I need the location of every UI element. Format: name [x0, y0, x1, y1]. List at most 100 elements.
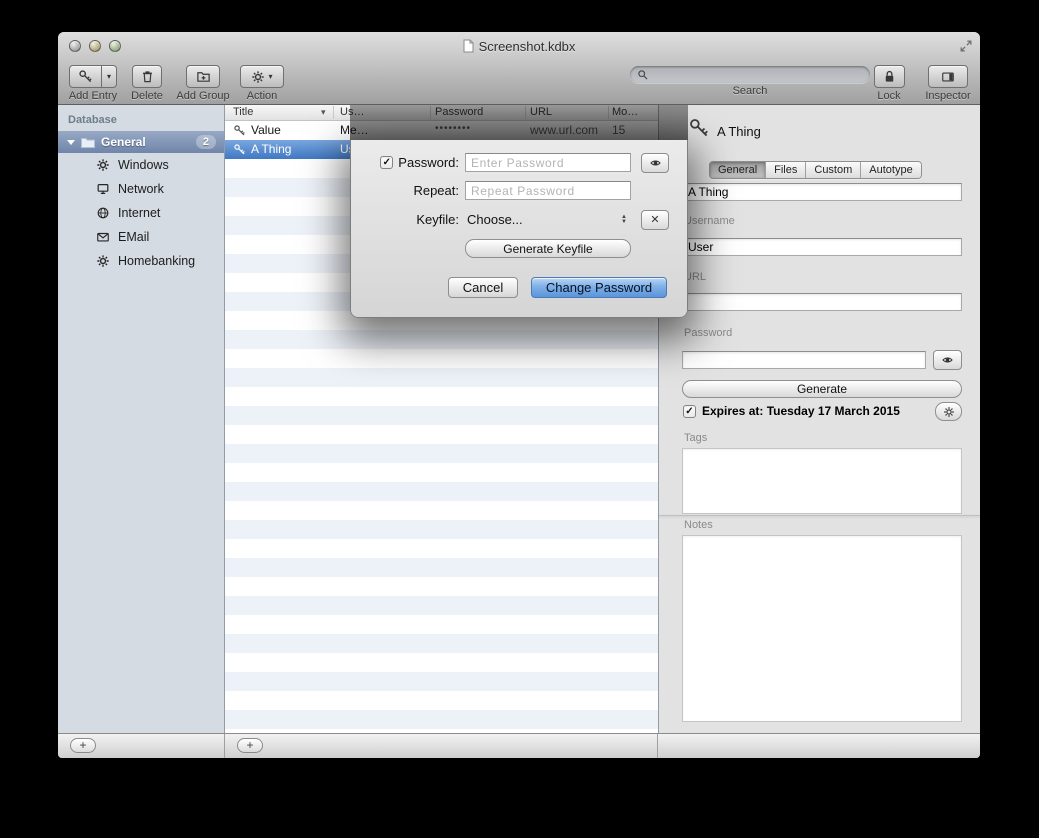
- lock-group: Lock: [865, 60, 913, 102]
- new-password-input[interactable]: [465, 153, 631, 172]
- disclosure-triangle-icon[interactable]: [67, 140, 75, 145]
- globe-icon: [96, 206, 110, 220]
- search-icon: [637, 69, 649, 81]
- sidebar-item-internet[interactable]: Internet: [58, 201, 224, 225]
- sort-indicator-icon: ▾: [321, 107, 326, 118]
- sidebar-item-email[interactable]: EMail: [58, 225, 224, 249]
- sidebar-item-label: Internet: [118, 206, 160, 220]
- chevron-down-icon: ▾: [268, 73, 272, 81]
- tab-autotype[interactable]: Autotype: [860, 162, 920, 178]
- title-field[interactable]: [682, 183, 962, 201]
- inspector-label: Inspector: [925, 90, 970, 102]
- notes-label: Notes: [684, 519, 713, 531]
- generate-keyfile-label: Generate Keyfile: [503, 242, 592, 256]
- expires-checkbox[interactable]: ✓: [683, 405, 696, 418]
- add-group-button[interactable]: [186, 65, 220, 88]
- action-button[interactable]: ▾: [240, 65, 284, 88]
- username-field[interactable]: [682, 238, 962, 256]
- keyfile-row: Keyfile: Choose... ▲ ▼ ✕: [367, 209, 669, 230]
- chevron-down-icon: ▾: [107, 73, 111, 81]
- inspector-group: Inspector: [920, 60, 976, 102]
- bottom-bar-list-section: +: [225, 734, 658, 758]
- show-password-button[interactable]: [641, 153, 669, 173]
- sidebar-item-network[interactable]: Network: [58, 177, 224, 201]
- notes-field[interactable]: [682, 535, 962, 722]
- key-icon: [78, 69, 93, 84]
- eye-icon: [940, 354, 955, 366]
- inspector-entry-title: A Thing: [717, 124, 761, 139]
- expires-options-button[interactable]: [935, 402, 962, 421]
- bottom-bar-sidebar-section: +: [58, 734, 225, 758]
- add-entry-label: Add Entry: [69, 90, 117, 102]
- generate-password-button[interactable]: Generate: [682, 380, 962, 398]
- folder-plus-icon: [196, 69, 211, 84]
- tab-general[interactable]: General: [710, 162, 765, 178]
- zoom-button[interactable]: [109, 40, 121, 52]
- gear-icon: [96, 254, 110, 268]
- close-icon: ✕: [650, 213, 659, 226]
- delete-group: Delete: [121, 60, 173, 102]
- inspector-panel: A Thing General Files Custom Autotype Us…: [658, 105, 980, 733]
- stepper-down-icon: ▼: [621, 220, 627, 225]
- action-label: Action: [247, 90, 278, 102]
- repeat-password-input[interactable]: [465, 181, 631, 200]
- lock-icon: [882, 69, 897, 84]
- cancel-button[interactable]: Cancel: [448, 277, 518, 298]
- document-icon: [463, 39, 474, 53]
- generate-label: Generate: [797, 382, 847, 396]
- inspector-button[interactable]: [928, 65, 968, 88]
- add-group-group: Add Group: [170, 60, 236, 102]
- eye-icon: [648, 157, 663, 169]
- keyfile-popup[interactable]: Choose... ▲ ▼: [465, 212, 631, 227]
- add-entry-dropdown[interactable]: ▾: [102, 65, 117, 88]
- column-separator[interactable]: [333, 106, 334, 119]
- entry-title: A Thing: [251, 142, 291, 156]
- fullscreen-icon[interactable]: [959, 39, 973, 58]
- change-password-button[interactable]: Change Password: [531, 277, 667, 298]
- repeat-label: Repeat:: [413, 183, 459, 198]
- password-checkbox[interactable]: ✓: [380, 156, 393, 169]
- add-group-plus-button[interactable]: +: [70, 738, 96, 753]
- close-button[interactable]: [69, 40, 81, 52]
- minimize-button[interactable]: [89, 40, 101, 52]
- sidebar: Database General 2 Windows Network: [58, 105, 225, 733]
- sidebar-item-label: Network: [118, 182, 164, 196]
- sidebar-item-windows[interactable]: Windows: [58, 153, 224, 177]
- lock-button[interactable]: [874, 65, 905, 88]
- section-divider: [659, 515, 980, 516]
- cancel-label: Cancel: [463, 280, 503, 295]
- column-header-title[interactable]: Title: [233, 106, 253, 118]
- tags-label: Tags: [684, 432, 707, 444]
- change-password-sheet: ✓ Password: Repeat: Ke: [350, 140, 688, 318]
- gear-icon: [943, 406, 955, 418]
- add-entry-button[interactable]: [69, 65, 102, 88]
- password-field[interactable]: [682, 351, 926, 369]
- action-group: ▾ Action: [236, 60, 288, 102]
- search-input[interactable]: [630, 66, 870, 83]
- expires-row: ✓ Expires at: Tuesday 17 March 2015: [683, 404, 900, 418]
- repeat-row: Repeat:: [367, 180, 631, 201]
- titlebar[interactable]: Screenshot.kdbx: [58, 32, 980, 60]
- url-field[interactable]: [682, 293, 962, 311]
- keyfile-popup-value: Choose...: [467, 212, 523, 227]
- generate-keyfile-button[interactable]: Generate Keyfile: [465, 239, 631, 258]
- inspector-panel-icon: [940, 70, 956, 84]
- bottom-bar: + +: [58, 733, 980, 758]
- add-entry-plus-button[interactable]: +: [237, 738, 263, 753]
- traffic-lights: [69, 40, 121, 52]
- entry-title: Value: [251, 123, 281, 137]
- tab-files[interactable]: Files: [765, 162, 805, 178]
- search-group: Search: [628, 60, 872, 97]
- app-window: Screenshot.kdbx ▾: [58, 32, 980, 758]
- sidebar-group-label: General: [101, 135, 146, 149]
- clear-keyfile-button[interactable]: ✕: [641, 210, 669, 230]
- show-password-button[interactable]: [933, 350, 962, 370]
- tags-field[interactable]: [682, 448, 962, 514]
- tab-custom[interactable]: Custom: [805, 162, 860, 178]
- username-label: Username: [684, 215, 735, 227]
- key-icon: [233, 143, 246, 156]
- delete-button[interactable]: [132, 65, 162, 88]
- sidebar-item-homebanking[interactable]: Homebanking: [58, 249, 224, 273]
- sheet-shadow-overlay: [350, 105, 688, 140]
- sidebar-group-general[interactable]: General 2: [58, 131, 224, 153]
